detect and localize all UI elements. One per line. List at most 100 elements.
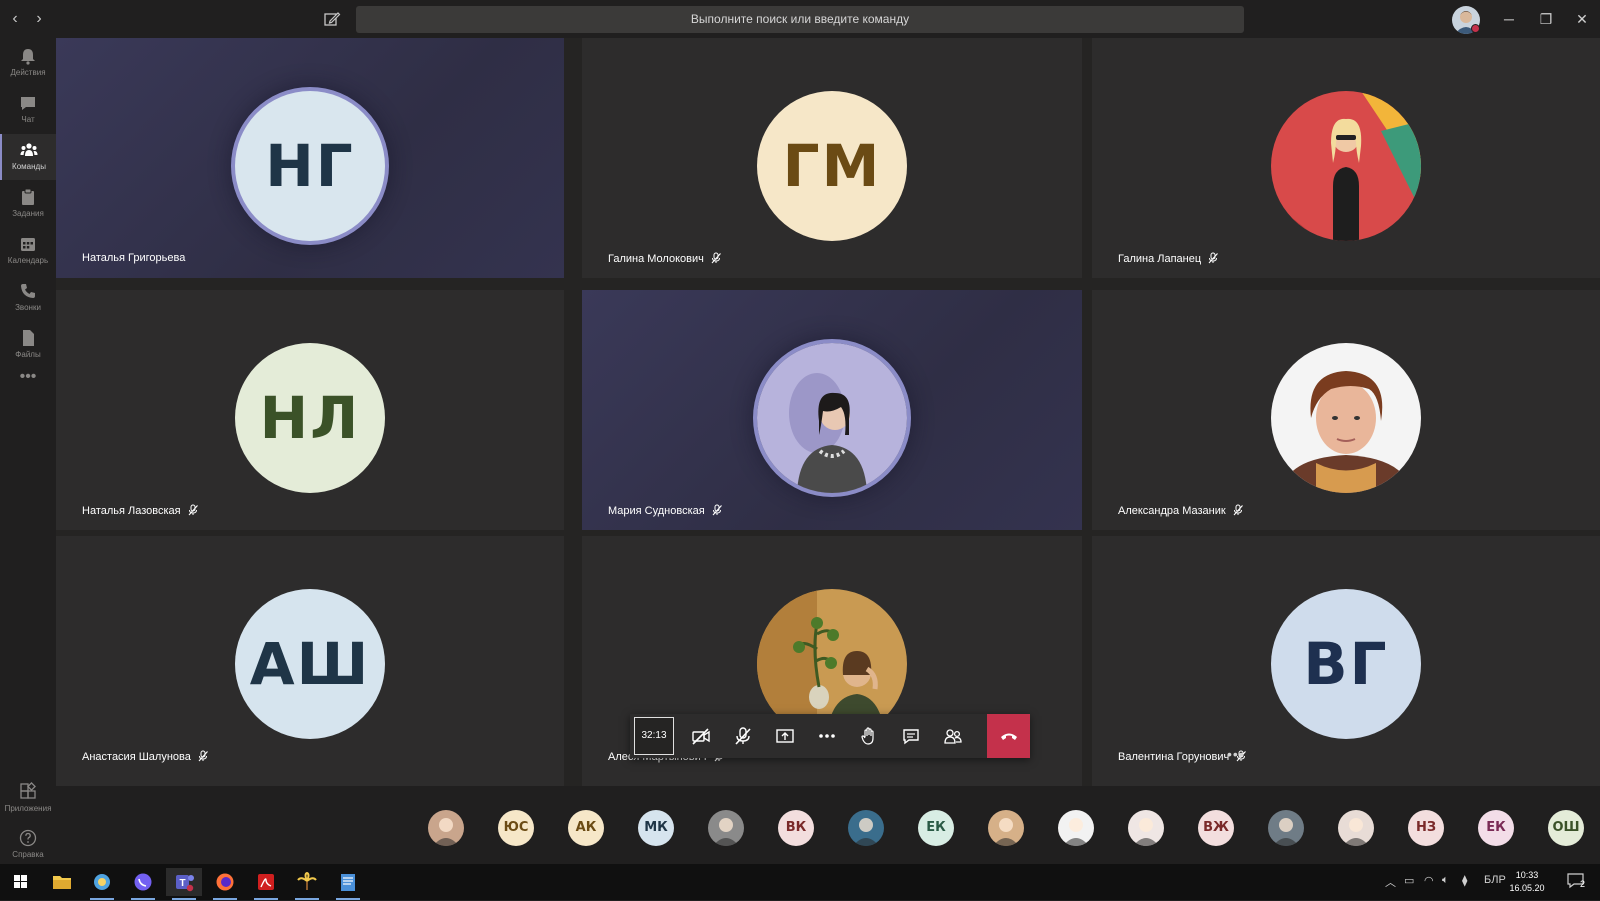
more-apps-icon[interactable]: ••• [0, 368, 56, 392]
participant-name-row: Наталья Лазовская [82, 504, 199, 517]
participant-name-row: Наталья Григорьева [82, 252, 185, 264]
participant-photo [1271, 343, 1421, 493]
rail-item-label: Задания [12, 209, 44, 218]
strip-participant-photo[interactable] [1338, 810, 1374, 846]
battery-icon[interactable]: ▭ [1404, 874, 1414, 887]
participant-tile[interactable]: НГ Наталья Григорьева [56, 38, 564, 278]
participant-tile[interactable]: НЛ Наталья Лазовская [56, 290, 564, 530]
back-arrow-icon[interactable]: ‹ [6, 10, 24, 28]
participant-tile[interactable]: Мария Судновская [582, 290, 1082, 530]
mic-off-button[interactable] [723, 716, 763, 756]
raise-hand-icon [861, 727, 874, 745]
assignments-icon [22, 188, 34, 205]
viber-icon[interactable] [125, 868, 161, 900]
firefox-icon[interactable] [207, 868, 243, 900]
calendar-icon [21, 238, 35, 251]
rail-item-teams[interactable]: Команды [0, 134, 56, 180]
participant-photo [1271, 91, 1421, 241]
strip-participant-photo[interactable] [428, 810, 464, 846]
pdf-icon[interactable] [248, 868, 284, 900]
participant-tile[interactable]: Александра Мазаник [1092, 290, 1600, 530]
participant-avatar: ВГ [1271, 589, 1421, 739]
participant-name: Александра Мазаник [1118, 505, 1226, 517]
call-timer: 32:13 [634, 717, 674, 755]
share-screen-icon [776, 729, 794, 743]
volume-icon[interactable]: 🔈︎ [1442, 874, 1449, 887]
restore-icon[interactable]: ❐ [1535, 8, 1557, 30]
phone-icon [21, 284, 35, 298]
apps-icon [20, 782, 36, 799]
rail-item-calendar[interactable]: Календарь [0, 228, 56, 274]
rail-item-help[interactable]: Справка [0, 822, 56, 868]
strip-participant-avatar[interactable]: ОШ [1548, 810, 1584, 846]
document-icon[interactable] [330, 868, 366, 900]
windows-start-icon[interactable] [2, 868, 38, 896]
bell-icon [21, 49, 35, 65]
participant-name: Галина Лапанец [1118, 253, 1202, 265]
dropbox-icon[interactable]: ⧫ [1462, 874, 1467, 887]
strip-participant-photo[interactable] [848, 810, 884, 846]
rail-item-assignments[interactable]: Задания [0, 181, 56, 227]
participant-name-row: Галина Лапанец [1118, 252, 1219, 265]
participants-icon [944, 729, 962, 744]
participant-tile[interactable]: АШ Анастасия Шалунова [56, 536, 564, 786]
strip-participant-avatar[interactable]: АК [568, 810, 604, 846]
participant-avatar: АШ [235, 589, 385, 739]
chat-button[interactable] [891, 716, 931, 756]
rail-item-bell[interactable]: Действия [0, 40, 56, 86]
strip-participant-avatar[interactable]: ВК [778, 810, 814, 846]
wifi-icon[interactable]: ◠ [1424, 874, 1434, 887]
rail-item-phone[interactable]: Звонки [0, 275, 56, 321]
strip-participant-avatar[interactable]: ВЖ [1198, 810, 1234, 846]
forward-arrow-icon[interactable]: › [30, 10, 48, 28]
strip-participant-photo[interactable] [1058, 810, 1094, 846]
participant-tile[interactable]: ГМ Галина Молокович [582, 38, 1082, 278]
clock[interactable]: 10:33 16.05.20 [1507, 869, 1547, 895]
strip-participant-photo[interactable] [1268, 810, 1304, 846]
mic-off-icon [198, 750, 208, 762]
camera-off-button[interactable] [681, 716, 721, 756]
strip-participant-photo[interactable] [1128, 810, 1164, 846]
participant-tile[interactable]: Галина Лапанец [1092, 38, 1600, 278]
strip-participant-avatar[interactable]: НЗ [1408, 810, 1444, 846]
participant-name: Галина Молокович [608, 253, 704, 265]
rail-item-apps[interactable]: Приложения [0, 776, 56, 822]
notifications-icon[interactable]: 2 [1566, 871, 1588, 891]
rail-item-files[interactable]: Файлы [0, 322, 56, 368]
language-indicator[interactable]: БЛР [1484, 874, 1506, 886]
more-options-button[interactable] [807, 716, 847, 756]
minimize-icon[interactable]: ─ [1498, 8, 1520, 30]
participant-photo [757, 343, 907, 493]
participant-name: Валентина Горунович [1118, 751, 1230, 763]
hang-up-button[interactable] [987, 714, 1030, 758]
strip-participant-avatar[interactable]: ЕК [1478, 810, 1514, 846]
close-icon[interactable]: ✕ [1571, 8, 1593, 30]
tray-chevron-icon[interactable]: ︿ [1385, 874, 1396, 890]
strip-participant-photo[interactable] [988, 810, 1024, 846]
clock-date: 16.05.20 [1509, 883, 1545, 893]
compose-icon[interactable] [322, 9, 342, 29]
rail-item-label: Действия [10, 68, 46, 77]
palm-icon[interactable] [289, 868, 325, 900]
file-explorer-icon[interactable] [44, 868, 80, 896]
participants-button[interactable] [933, 716, 973, 756]
hang-up-icon [1000, 733, 1017, 740]
rail-item-label: Чат [21, 115, 35, 124]
call-controls: 32:13 [630, 714, 1030, 758]
rail-item-label: Звонки [15, 303, 41, 312]
search-input[interactable]: Выполните поиск или введите команду [356, 6, 1244, 33]
app-rail: Действия Чат Команды Задания Календарь Звонки… [0, 38, 56, 864]
browser-icon[interactable] [84, 868, 120, 900]
participant-tile[interactable]: ВГ Валентина Горунович ••• [1092, 536, 1600, 786]
teams-icon [20, 143, 38, 156]
strip-participant-photo[interactable] [708, 810, 744, 846]
raise-hand-button[interactable] [849, 716, 889, 756]
strip-participant-avatar[interactable]: ЕК [918, 810, 954, 846]
participant-name-row: Анастасия Шалунова [82, 750, 209, 763]
strip-participant-avatar[interactable]: ЮС [498, 810, 534, 846]
teams-icon[interactable]: T [166, 868, 202, 900]
strip-participant-avatar[interactable]: МК [638, 810, 674, 846]
rail-item-chat[interactable]: Чат [0, 87, 56, 133]
share-screen-button[interactable] [765, 716, 805, 756]
tile-more-icon[interactable]: ••• [1227, 746, 1245, 762]
